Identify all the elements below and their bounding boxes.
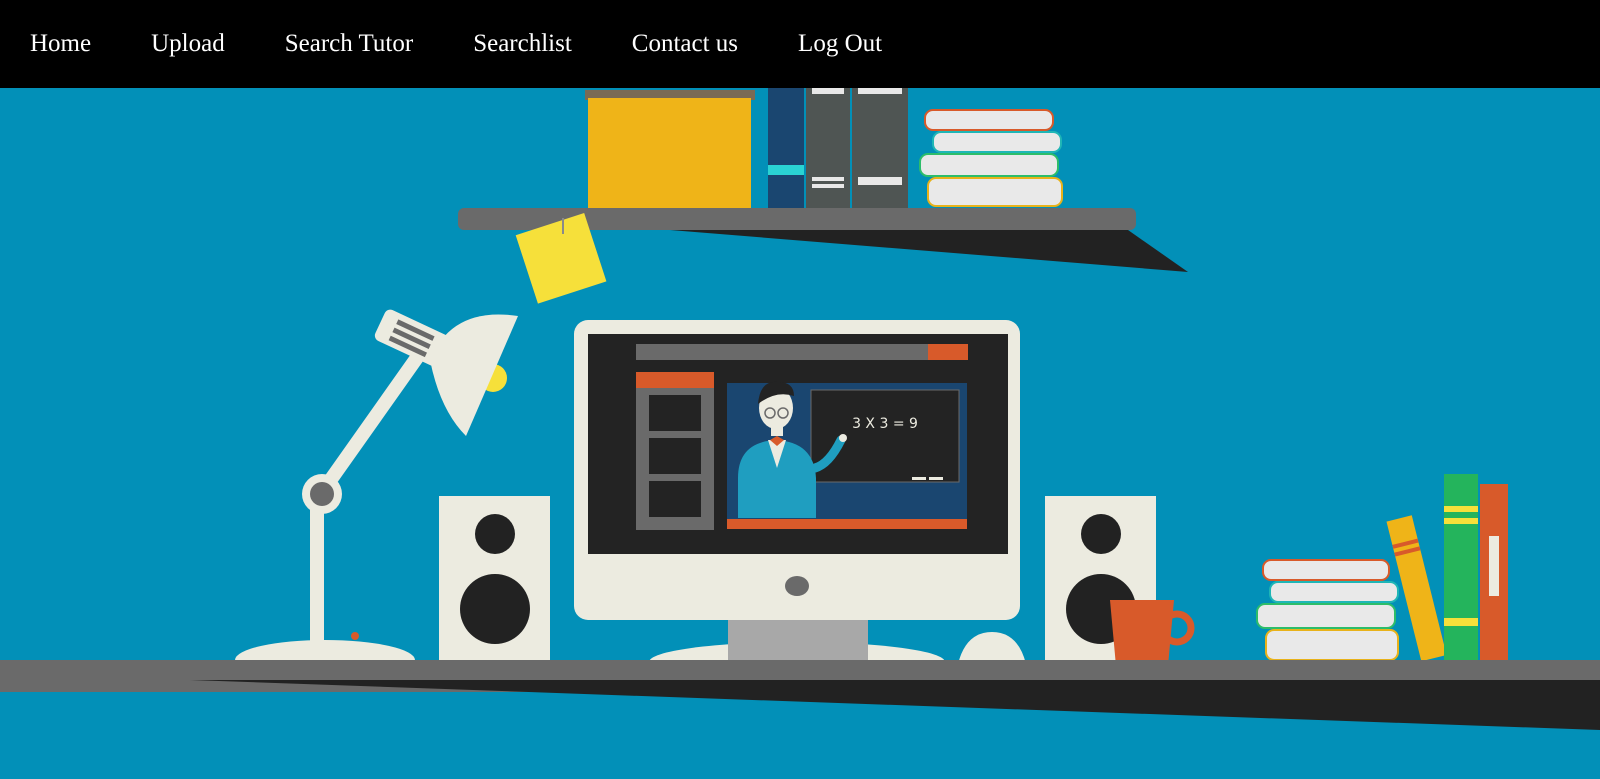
top-navbar: Home Upload Search Tutor Searchlist Cont… <box>0 0 1600 88</box>
left-speaker <box>439 496 550 666</box>
nav-searchlist-link[interactable]: Searchlist <box>473 30 572 58</box>
chalkboard <box>810 389 960 483</box>
nav-search-tutor-link[interactable]: Search Tutor <box>285 30 413 58</box>
nav-upload-link[interactable]: Upload <box>151 30 225 58</box>
yellow-box <box>588 98 751 208</box>
chalkboard-text: 3 X 3 = 9 <box>852 416 918 432</box>
stacked-books-upper <box>919 109 1063 207</box>
shelf-book-navy <box>768 88 804 208</box>
stacked-books-desk <box>1256 559 1399 661</box>
monitor-power-button <box>785 576 809 596</box>
nav-log-out-link[interactable]: Log Out <box>798 30 882 58</box>
online-tutoring-desk-illustration: 3 X 3 = 9 <box>0 88 1600 779</box>
shelf-book-gray-2 <box>852 88 908 208</box>
shelf-book-gray-1 <box>806 88 850 208</box>
nav-contact-us-link[interactable]: Contact us <box>632 30 738 58</box>
nav-home-link[interactable]: Home <box>30 30 91 58</box>
hero-illustration: 3 X 3 = 9 <box>0 88 1600 779</box>
